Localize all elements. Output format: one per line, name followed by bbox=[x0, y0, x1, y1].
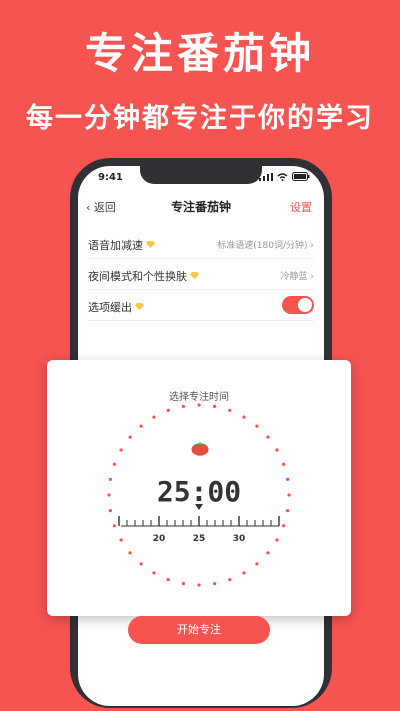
vip-gem-icon bbox=[135, 303, 144, 310]
tomato-icon bbox=[191, 441, 209, 456]
dial-dot bbox=[282, 462, 286, 466]
setting-value: 标准语速(180词/分钟) bbox=[217, 241, 308, 251]
setting-row-ease-out: 选项缓出 bbox=[88, 290, 314, 321]
dial-dot bbox=[266, 435, 270, 439]
settings-link[interactable]: 设置 bbox=[290, 199, 312, 215]
dial-dot bbox=[128, 435, 132, 439]
setting-row-speech-speed[interactable]: 语音加减速 标准语速(180词/分钟) › bbox=[88, 228, 314, 259]
dial-dot bbox=[228, 578, 232, 582]
time-ruler[interactable]: 20 25 30 bbox=[47, 500, 351, 560]
vip-gem-icon bbox=[146, 241, 155, 248]
setting-label: 选项缓出 bbox=[88, 301, 132, 314]
dial-dot bbox=[242, 415, 246, 419]
ruler-label-25: 25 bbox=[193, 534, 206, 544]
signal-icon bbox=[259, 172, 273, 181]
status-icons bbox=[259, 172, 310, 181]
setting-label: 夜间模式和个性换肤 bbox=[88, 270, 187, 283]
headline-title: 专注番茄钟 bbox=[84, 29, 315, 78]
dial-dot bbox=[197, 403, 201, 407]
setting-row-night-mode[interactable]: 夜间模式和个性换肤 冷静蓝 › bbox=[88, 259, 314, 290]
dial-dot bbox=[119, 448, 123, 452]
battery-icon bbox=[292, 172, 310, 181]
dial-dot bbox=[213, 404, 217, 408]
wifi-icon bbox=[277, 172, 288, 181]
ruler-label-20: 20 bbox=[153, 534, 166, 544]
phone-notch bbox=[140, 166, 262, 184]
timer-card: 选择专注时间 25:00 20 25 30 bbox=[47, 360, 351, 616]
dial-dot bbox=[139, 424, 143, 428]
dial-dot bbox=[181, 582, 185, 586]
dial-dot bbox=[255, 562, 259, 566]
dial-dot bbox=[112, 462, 116, 466]
dial-dot bbox=[152, 571, 156, 575]
ruler-label-30: 30 bbox=[233, 534, 246, 544]
nav-bar: ‹ 返回 专注番茄钟 设置 bbox=[78, 196, 324, 216]
dial-dot bbox=[181, 404, 185, 408]
vip-gem-icon bbox=[190, 272, 199, 279]
dial-dot bbox=[242, 571, 246, 575]
dial-dot bbox=[275, 448, 279, 452]
dial-dot bbox=[139, 562, 143, 566]
setting-label: 语音加减速 bbox=[88, 239, 143, 252]
nav-title: 专注番茄钟 bbox=[170, 200, 231, 214]
setting-value: 冷静蓝 bbox=[280, 272, 308, 282]
dial-dot bbox=[228, 408, 232, 412]
dial-dot bbox=[197, 583, 201, 587]
start-focus-button[interactable]: 开始专注 bbox=[128, 616, 270, 644]
dial-dot bbox=[166, 408, 170, 412]
status-time: 9:41 bbox=[98, 172, 123, 183]
toggle-knob bbox=[298, 298, 312, 312]
dial-dot bbox=[152, 415, 156, 419]
ease-out-toggle[interactable] bbox=[282, 296, 314, 314]
dial-dot bbox=[166, 578, 170, 582]
dial-dot bbox=[213, 582, 217, 586]
dial-dot bbox=[255, 424, 259, 428]
headline-subtitle: 每一分钟都专注于你的学习 bbox=[26, 103, 374, 134]
